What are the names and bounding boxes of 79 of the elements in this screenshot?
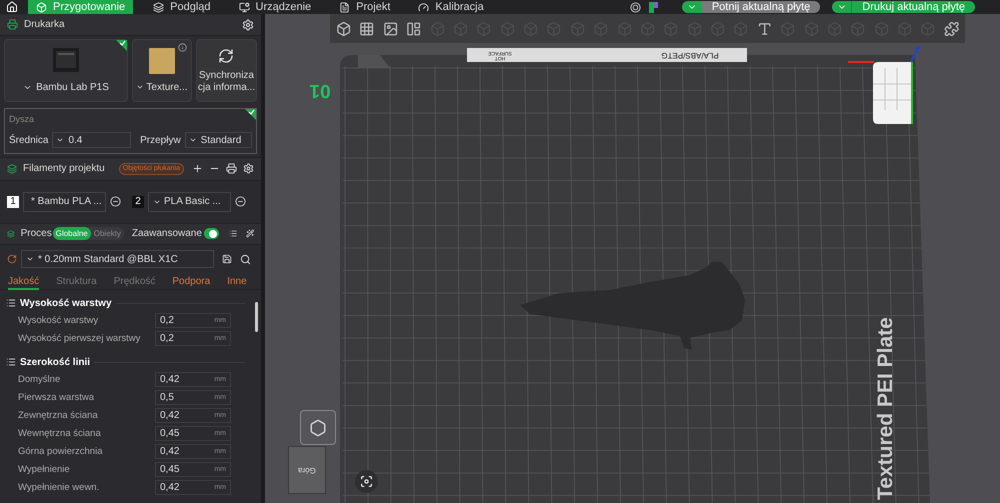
top-tab[interactable]: Podgląd <box>145 0 219 14</box>
flow-select[interactable]: Standard <box>184 132 252 148</box>
top-tab[interactable]: Urządzenie <box>230 0 320 14</box>
setting-label: Wypełnienie <box>18 462 71 477</box>
preset-select[interactable]: * 0.20mm Standard @BBL X1C <box>21 250 214 268</box>
field-label: Średnica <box>9 133 48 148</box>
plate-select[interactable]: Texture... <box>136 80 188 95</box>
process-icon <box>7 228 15 239</box>
list-icon[interactable] <box>229 228 238 240</box>
bed-material-text: PLA/ABS/PETG <box>661 50 719 60</box>
add-icon[interactable] <box>192 163 203 174</box>
filament-swatch[interactable]: 1 <box>7 196 19 208</box>
settings-tab[interactable]: Inne <box>227 274 247 290</box>
x-axis <box>848 61 874 63</box>
printer-select[interactable]: Bambu Lab P1S <box>23 80 109 95</box>
axis-tip <box>916 46 920 50</box>
field-label: Przepływ <box>140 134 181 148</box>
setting-label: Domyślne <box>18 372 62 387</box>
setting-label: Zewnętrzna ściana <box>18 408 99 423</box>
orientation-cube[interactable]: Góra <box>288 446 326 494</box>
hexagon-icon <box>309 418 327 436</box>
setting-label: Wewnętrzna ściana <box>18 426 102 441</box>
plate-name-text: Textured PEI Plate <box>874 317 897 500</box>
save-icon[interactable] <box>222 254 232 264</box>
sync-button[interactable]: Synchroniza cja informa... <box>196 38 257 102</box>
y-axis <box>910 48 919 62</box>
target-icon[interactable] <box>630 2 641 12</box>
setting-label: Górna powierzchnia <box>18 444 104 459</box>
section-title: Drukarka <box>24 18 66 32</box>
search-icon[interactable] <box>240 254 251 265</box>
settings-icon[interactable] <box>243 163 254 174</box>
info-icon[interactable] <box>178 42 187 52</box>
document-icon <box>339 2 350 12</box>
view-button[interactable] <box>300 410 336 445</box>
group-title: Wysokość warstwy <box>20 296 112 311</box>
advanced-label: Zaawansowane <box>132 227 202 242</box>
home-icon[interactable] <box>5 1 19 13</box>
focus-icon <box>360 475 373 488</box>
refresh-icon <box>218 48 234 64</box>
gauge-icon <box>418 2 430 12</box>
section-title: Proces <box>20 227 52 242</box>
more-icon[interactable] <box>235 196 246 208</box>
settings-tab[interactable]: Jakość <box>8 274 40 290</box>
scrollbar[interactable] <box>255 302 258 332</box>
device-icon[interactable] <box>648 2 658 12</box>
setting-label: Pierwsza warstwa <box>18 390 96 405</box>
monitor-icon <box>238 2 250 12</box>
setting-label: Wysokość pierwszej warstwy <box>18 332 142 346</box>
filament-select[interactable]: PLA Basic ... <box>148 192 231 212</box>
setting-label: Wysokość warstwy <box>18 314 100 328</box>
selected-corner-icon <box>245 108 256 120</box>
filament-swatch[interactable]: 2 <box>132 196 144 208</box>
printer-icon <box>7 19 18 30</box>
filament-icon <box>7 164 17 174</box>
group-title: Szerokość linii <box>20 356 90 370</box>
filament-select[interactable]: * Bambu PLA ... <box>23 192 106 212</box>
bed-notch <box>358 55 390 68</box>
group-icon <box>6 298 16 308</box>
settings-tab[interactable]: Podpora <box>172 274 210 290</box>
section-title: Dysza <box>9 112 36 126</box>
advanced-toggle[interactable] <box>204 228 220 240</box>
top-tab[interactable]: Kalibracja <box>410 0 492 14</box>
printer-card[interactable]: Bambu Lab P1S <box>4 38 128 102</box>
settings-icon[interactable] <box>242 18 254 31</box>
layers-icon <box>153 2 164 12</box>
plate-icon <box>148 48 175 74</box>
selected-corner-icon <box>116 40 127 51</box>
dropdown-caret[interactable] <box>682 1 702 13</box>
plate-card[interactable]: Texture... <box>132 38 192 102</box>
cube-icon <box>36 2 47 12</box>
section-title: Filamenty projektu <box>23 162 106 176</box>
printer-icon <box>52 48 80 72</box>
group-icon <box>6 357 16 368</box>
reset-icon[interactable] <box>7 254 17 264</box>
setting-label: Wypełnienie wewn. <box>18 480 100 495</box>
more-icon[interactable] <box>110 196 121 208</box>
top-tab[interactable]: Projekt <box>331 0 398 14</box>
diameter-select[interactable]: 0.4 <box>52 132 132 148</box>
plate-number: 01 <box>309 80 331 101</box>
